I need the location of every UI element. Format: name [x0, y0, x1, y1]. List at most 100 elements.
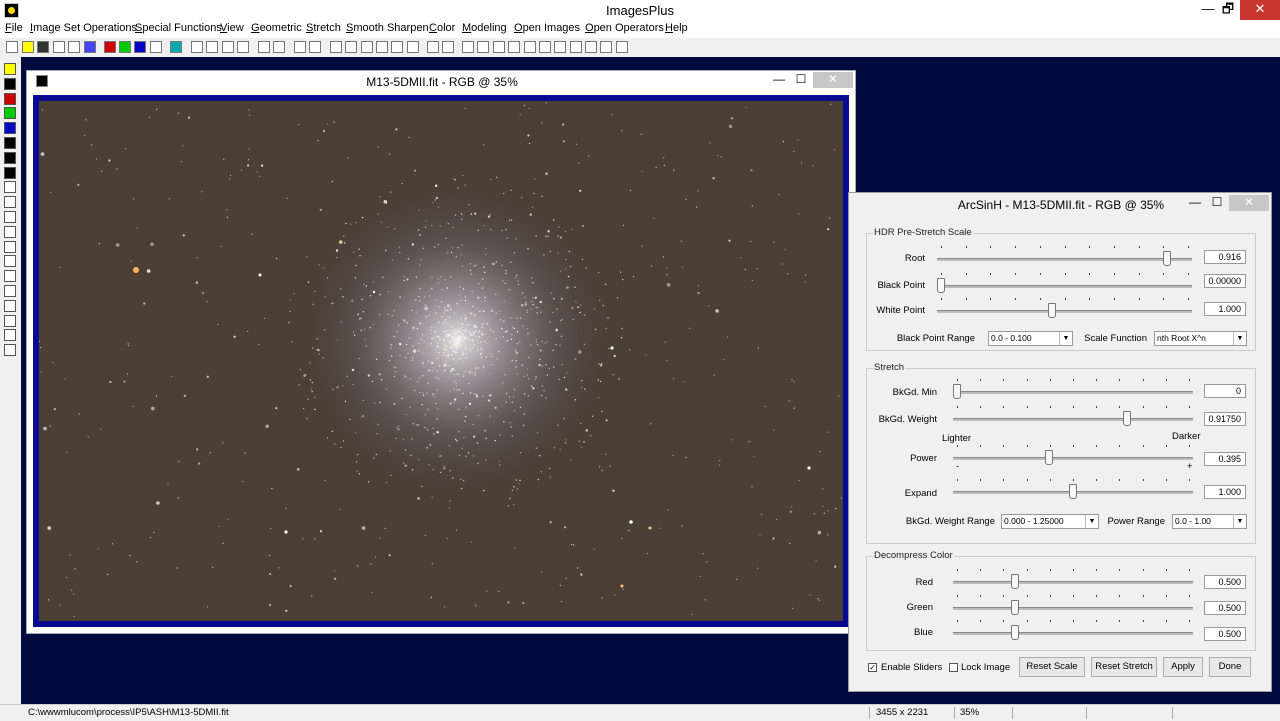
toolbar-tool-button[interactable] — [442, 41, 454, 53]
close-button[interactable]: ✕ — [1240, 0, 1280, 20]
menu-image-set-operations[interactable]: Image Set Operations — [30, 22, 137, 34]
toolbar-tool-button[interactable] — [53, 41, 65, 53]
slider-thumb[interactable] — [1044, 450, 1053, 465]
slider-thumb[interactable] — [1011, 600, 1019, 615]
toolbar-tool-button[interactable] — [119, 41, 131, 53]
toolbar-tool-button[interactable] — [84, 41, 96, 53]
power-range-select[interactable]: 0.0 - 1.00 ▼ — [1172, 514, 1247, 529]
toolbar-tool-button[interactable] — [616, 41, 628, 53]
left-tool-button[interactable] — [4, 196, 16, 209]
white-point-slider[interactable] — [937, 298, 1192, 320]
left-tool-button[interactable] — [4, 299, 16, 312]
toolbar-tool-button[interactable] — [37, 41, 49, 53]
black-point-value[interactable]: 0.00000 — [1204, 274, 1246, 288]
toolbar-tool-button[interactable] — [361, 41, 373, 53]
bkgd-min-value[interactable]: 0 — [1204, 384, 1246, 398]
toolbar-tool-button[interactable] — [391, 41, 403, 53]
menu-open-operators[interactable]: Open Operators — [585, 22, 664, 34]
done-button[interactable]: Done — [1209, 657, 1251, 677]
menu-smooth-sharpen[interactable]: Smooth Sharpen — [346, 22, 429, 34]
image-close-button[interactable]: ✕ — [813, 72, 853, 88]
green-value[interactable]: 0.500 — [1204, 601, 1246, 615]
bkgd-weight-value[interactable]: 0.91750 — [1204, 412, 1246, 426]
left-tool-button[interactable] — [4, 329, 16, 342]
toolbar-tool-button[interactable] — [170, 41, 182, 53]
toolbar-tool-button[interactable] — [570, 41, 582, 53]
toolbar-tool-button[interactable] — [330, 41, 342, 53]
power-value[interactable]: 0.395 — [1204, 452, 1246, 466]
toolbar-tool-button[interactable] — [150, 41, 162, 53]
toolbar-tool-button[interactable] — [258, 41, 270, 53]
bkgd-weight-range-select[interactable]: 0.000 - 1.25000 ▼ — [1001, 514, 1099, 529]
left-tool-button[interactable] — [4, 63, 16, 75]
toolbar-tool-button[interactable] — [524, 41, 536, 53]
left-tool-button[interactable] — [4, 314, 16, 327]
left-tool-button[interactable] — [4, 181, 16, 194]
menu-stretch[interactable]: Stretch — [306, 22, 341, 34]
red-value[interactable]: 0.500 — [1204, 575, 1246, 589]
toolbar-tool-button[interactable] — [6, 41, 18, 53]
menu-geometric[interactable]: Geometric — [251, 22, 302, 34]
root-slider[interactable] — [937, 246, 1192, 268]
root-value[interactable]: 0.916 — [1204, 250, 1246, 264]
image-minimize-button[interactable]: — — [767, 72, 791, 88]
left-tool-button[interactable] — [4, 270, 16, 283]
reset-stretch-button[interactable]: Reset Stretch — [1091, 657, 1157, 677]
left-tool-button[interactable] — [4, 211, 16, 223]
toolbar-tool-button[interactable] — [309, 41, 321, 53]
left-tool-button[interactable] — [4, 255, 16, 268]
left-tool-button[interactable] — [4, 344, 16, 357]
toolbar-tool-button[interactable] — [376, 41, 388, 53]
apply-button[interactable]: Apply — [1163, 657, 1203, 677]
toolbar-tool-button[interactable] — [462, 41, 474, 53]
bkgd-weight-slider[interactable] — [953, 406, 1193, 428]
lock-image-checkbox[interactable] — [949, 663, 958, 672]
blue-slider[interactable] — [953, 620, 1193, 642]
m13-star-field-image[interactable] — [39, 101, 843, 621]
toolbar-tool-button[interactable] — [477, 41, 489, 53]
arcsinh-dialog[interactable]: ArcSinH - M13-5DMII.fit - RGB @ 35% — ☐ … — [848, 192, 1272, 692]
menu-file[interactable]: File — [5, 22, 23, 34]
toolbar-tool-button[interactable] — [222, 41, 234, 53]
toolbar-tool-button[interactable] — [493, 41, 505, 53]
expand-value[interactable]: 1.000 — [1204, 485, 1246, 499]
menu-view[interactable]: View — [220, 22, 244, 34]
left-tool-button[interactable] — [4, 240, 16, 253]
white-point-value[interactable]: 1.000 — [1204, 302, 1246, 316]
menu-open-images[interactable]: Open Images — [514, 22, 580, 34]
left-tool-button[interactable] — [4, 151, 16, 164]
dialog-maximize-button[interactable]: ☐ — [1205, 195, 1229, 211]
slider-thumb[interactable] — [1069, 484, 1077, 499]
enable-sliders-checkbox[interactable]: ✓ — [868, 663, 877, 672]
slider-thumb[interactable] — [953, 384, 961, 399]
toolbar-tool-button[interactable] — [68, 41, 80, 53]
slider-thumb[interactable] — [937, 278, 945, 293]
toolbar-tool-button[interactable] — [237, 41, 249, 53]
slider-thumb[interactable] — [1123, 411, 1132, 426]
toolbar-tool-button[interactable] — [104, 41, 116, 53]
slider-thumb[interactable] — [1011, 574, 1019, 589]
scale-function-select[interactable]: nth Root X^n ▼ — [1154, 331, 1247, 346]
toolbar-tool-button[interactable] — [273, 41, 285, 53]
toolbar-tool-button[interactable] — [294, 41, 306, 53]
dialog-close-button[interactable]: ✕ — [1229, 195, 1269, 211]
toolbar-tool-button[interactable] — [407, 41, 419, 53]
toolbar-tool-button[interactable] — [134, 41, 146, 53]
left-tool-button[interactable] — [4, 285, 16, 297]
toolbar-tool-button[interactable] — [22, 41, 34, 53]
toolbar-tool-button[interactable] — [585, 41, 597, 53]
toolbar-tool-button[interactable] — [191, 41, 203, 53]
toolbar-tool-button[interactable] — [206, 41, 218, 53]
menu-help[interactable]: Help — [665, 22, 688, 34]
image-maximize-button[interactable]: ☐ — [789, 72, 813, 88]
slider-thumb[interactable] — [1163, 251, 1172, 266]
slider-thumb[interactable] — [1048, 303, 1057, 318]
menu-special-functions[interactable]: Special Functions — [135, 22, 222, 34]
left-tool-button[interactable] — [4, 107, 16, 120]
maximize-button[interactable]: 🗗 — [1214, 0, 1242, 20]
left-tool-button[interactable] — [4, 137, 16, 149]
left-tool-button[interactable] — [4, 225, 16, 238]
black-point-slider[interactable] — [937, 273, 1192, 295]
slider-thumb[interactable] — [1011, 625, 1019, 640]
left-tool-button[interactable] — [4, 122, 16, 135]
